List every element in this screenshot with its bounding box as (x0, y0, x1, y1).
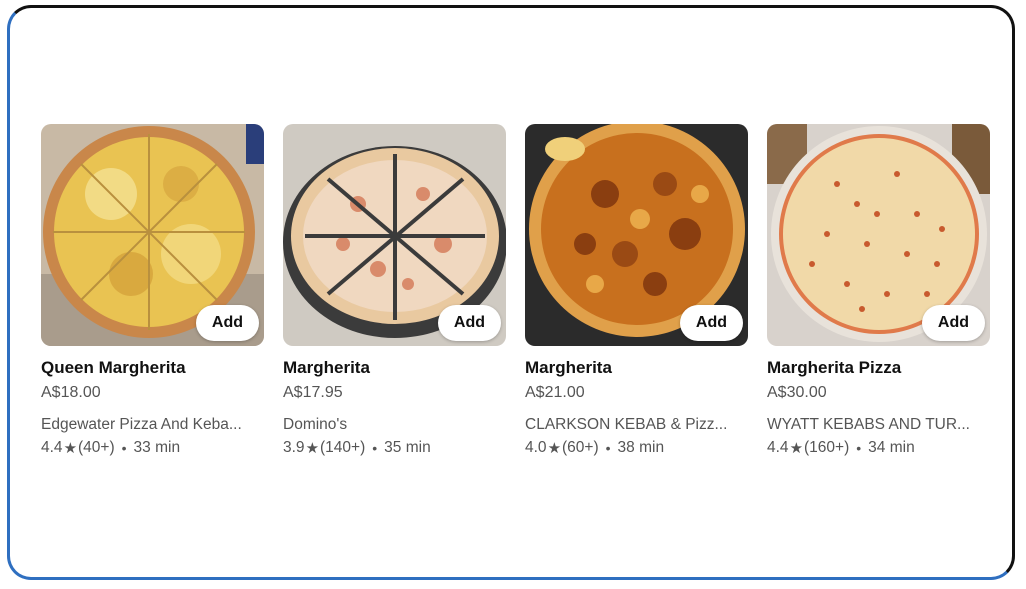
store-meta: 4.4 ★ (40+) • 33 min (41, 439, 264, 457)
product-title: Margherita (283, 358, 370, 377)
rating-value: 3.9 (283, 439, 305, 456)
separator-dot: • (605, 440, 611, 456)
product-card[interactable]: Add Margherita Pizza A$30.00 WYATT KEBAB… (767, 124, 990, 457)
delivery-time: 38 min (617, 439, 665, 456)
product-title: Margherita (525, 358, 612, 377)
product-price: A$30.00 (767, 384, 827, 401)
product-title: Margherita Pizza (767, 358, 902, 377)
rating-value: 4.0 (525, 439, 547, 456)
store-name[interactable]: WYATT KEBABS AND TUR... (767, 416, 987, 434)
add-button[interactable]: Add (921, 305, 985, 341)
product-image: Add (283, 124, 506, 346)
review-count: (60+) (562, 439, 599, 456)
review-count: (160+) (804, 439, 850, 456)
store-name[interactable]: CLARKSON KEBAB & Pizz... (525, 416, 745, 434)
pizza-card-row: Add Queen Margherita A$18.00 Edgewater P… (41, 124, 990, 457)
product-price: A$17.95 (283, 384, 343, 401)
product-image: Add (767, 124, 990, 346)
store-meta: 3.9 ★ (140+) • 35 min (283, 439, 506, 457)
star-icon: ★ (63, 440, 78, 457)
store-name[interactable]: Domino's (283, 416, 503, 434)
product-card[interactable]: Add Margherita A$17.95 Domino's 3.9 ★ (1… (283, 124, 506, 457)
product-title: Queen Margherita (41, 358, 186, 377)
product-card[interactable]: Add Margherita A$21.00 CLARKSON KEBAB & … (525, 124, 748, 457)
rating-value: 4.4 (41, 439, 63, 456)
star-icon: ★ (305, 440, 320, 457)
product-card[interactable]: Add Queen Margherita A$18.00 Edgewater P… (41, 124, 264, 457)
star-icon: ★ (789, 440, 804, 457)
delivery-time: 35 min (384, 439, 431, 456)
review-count: (40+) (78, 439, 115, 456)
delivery-time: 33 min (133, 439, 181, 456)
store-meta: 4.4 ★ (160+) • 34 min (767, 439, 990, 457)
store-name[interactable]: Edgewater Pizza And Keba... (41, 416, 261, 434)
separator-dot: • (372, 440, 378, 456)
store-meta: 4.0 ★ (60+) • 38 min (525, 439, 748, 457)
rating-value: 4.4 (767, 439, 789, 456)
delivery-time: 34 min (868, 439, 915, 456)
add-button[interactable]: Add (195, 305, 259, 341)
star-icon: ★ (547, 440, 562, 457)
product-image: Add (41, 124, 264, 346)
separator-dot: • (856, 440, 862, 456)
review-count: (140+) (320, 439, 366, 456)
product-price: A$18.00 (41, 384, 101, 401)
product-price: A$21.00 (525, 384, 585, 401)
screenshot-frame: Add Queen Margherita A$18.00 Edgewater P… (7, 5, 1015, 580)
product-image: Add (525, 124, 748, 346)
separator-dot: • (121, 440, 127, 456)
add-button[interactable]: Add (437, 305, 501, 341)
add-button[interactable]: Add (679, 305, 743, 341)
